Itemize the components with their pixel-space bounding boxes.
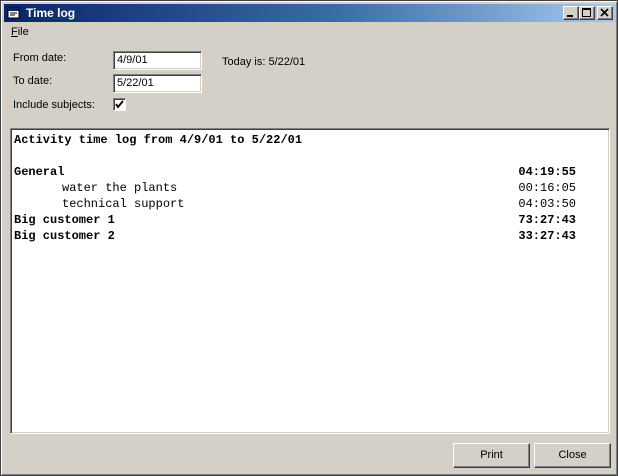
row-time: 04:03:50 bbox=[518, 197, 576, 211]
row-name: technical support bbox=[62, 197, 185, 211]
close-button[interactable]: Close bbox=[534, 443, 611, 468]
maximize-button[interactable] bbox=[579, 6, 595, 20]
minimize-icon bbox=[567, 15, 573, 17]
maximize-icon bbox=[582, 8, 591, 17]
from-date-label: From date: bbox=[13, 52, 67, 64]
minimize-button[interactable] bbox=[563, 6, 579, 20]
menu-file[interactable]: File bbox=[11, 26, 29, 38]
menu-bar: File bbox=[4, 23, 616, 41]
to-date-field[interactable]: 5/22/01 bbox=[113, 74, 202, 93]
report-row: Big customer 1 73:27:43 bbox=[14, 212, 576, 228]
close-window-button[interactable] bbox=[597, 6, 613, 20]
row-name: Big customer 2 bbox=[14, 229, 115, 243]
time-log-window: Time log File From date: 4/9/01 Today is… bbox=[0, 0, 618, 476]
window-title: Time log bbox=[26, 6, 76, 20]
row-name: General bbox=[14, 165, 65, 179]
close-icon bbox=[600, 8, 609, 17]
today-text: Today is: 5/22/01 bbox=[222, 56, 306, 68]
row-time: 73:27:43 bbox=[518, 213, 576, 227]
title-bar[interactable]: Time log bbox=[4, 4, 616, 22]
print-button[interactable]: Print bbox=[453, 443, 530, 468]
report-row: technical support 04:03:50 bbox=[14, 196, 576, 212]
from-date-field[interactable]: 4/9/01 bbox=[113, 51, 202, 70]
row-time: 00:16:05 bbox=[518, 181, 576, 195]
report-row: General 04:19:55 bbox=[14, 164, 576, 180]
include-subjects-label: Include subjects: bbox=[13, 99, 95, 111]
report-row: Big customer 2 33:27:43 bbox=[14, 228, 576, 244]
report-heading: Activity time log from 4/9/01 to 5/22/01 bbox=[14, 133, 303, 147]
include-subjects-checkbox[interactable] bbox=[113, 98, 126, 111]
row-time: 04:19:55 bbox=[518, 165, 576, 179]
row-name: water the plants bbox=[62, 181, 178, 195]
row-name: Big customer 1 bbox=[14, 213, 115, 227]
report-view[interactable]: Activity time log from 4/9/01 to 5/22/01… bbox=[10, 128, 610, 434]
to-date-label: To date: bbox=[13, 75, 53, 87]
row-time: 33:27:43 bbox=[518, 229, 576, 243]
report-row: water the plants 00:16:05 bbox=[14, 180, 576, 196]
app-icon[interactable] bbox=[7, 6, 21, 20]
check-icon bbox=[115, 100, 124, 109]
